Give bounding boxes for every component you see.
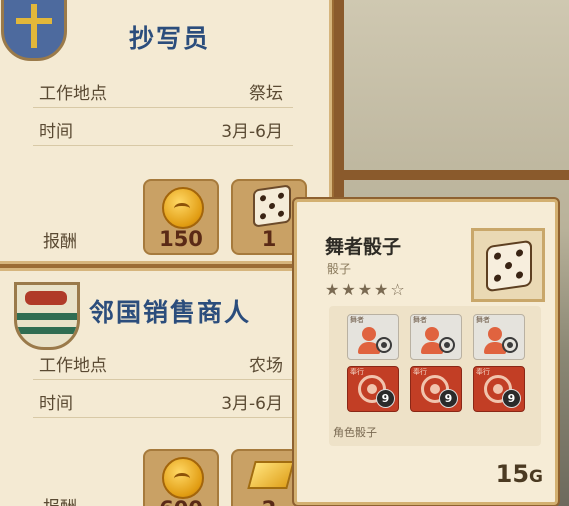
price-amount: 15	[495, 460, 530, 488]
reward-tile[interactable]: 150	[143, 179, 219, 255]
item-price: 15G	[496, 460, 543, 488]
row-label: 时间	[39, 122, 73, 142]
reward-label: 报酬	[43, 493, 77, 506]
bull-icon	[25, 291, 67, 305]
dice-face[interactable]: 舞者	[410, 314, 462, 360]
star-rating: ★★★★☆	[325, 280, 407, 299]
dice-face[interactable]: 舞者	[347, 314, 399, 360]
gold-bar-icon	[247, 461, 295, 489]
face-label: 奉行	[413, 368, 427, 376]
job-title: 邻国销售商人	[89, 298, 252, 327]
face-value: 9	[376, 389, 395, 408]
item-name: 舞者骰子	[325, 236, 402, 258]
row-value: 3月-6月	[221, 122, 283, 142]
dancer-icon	[358, 327, 380, 354]
dancer-icon	[421, 327, 443, 354]
job-info-row: 工作地点 祭坛	[33, 73, 293, 108]
item-tooltip: 舞者骰子 骰子 ★★★★☆ 舞者 舞者 舞者 奉行 9 奉行 9 奉行 9 角色…	[294, 199, 558, 505]
dice-face[interactable]: 舞者	[473, 314, 525, 360]
dancer-icon	[484, 327, 506, 354]
row-label: 工作地点	[39, 356, 107, 376]
face-value: 9	[439, 389, 458, 408]
dice-face[interactable]: 奉行 9	[473, 366, 525, 412]
reward-tile[interactable]: 600	[143, 449, 219, 506]
reward-label: 报酬	[43, 232, 77, 252]
reward-amount: 600	[145, 497, 217, 506]
face-label: 舞者	[413, 316, 427, 324]
row-value: 3月-6月	[221, 394, 283, 414]
job-title: 抄写员	[129, 24, 211, 53]
face-label: 奉行	[476, 368, 490, 376]
dice-icon	[486, 239, 532, 293]
crest-icon	[14, 282, 80, 350]
window-frame	[330, 170, 569, 180]
reward-amount: 150	[159, 227, 203, 251]
face-label: 舞者	[476, 316, 490, 324]
gold-coin-icon	[162, 457, 204, 499]
item-image	[471, 228, 545, 302]
job-info-row: 时间 3月-6月	[33, 383, 293, 418]
row-label: 时间	[39, 394, 73, 414]
currency-label: G	[529, 467, 543, 487]
row-label: 工作地点	[39, 84, 107, 104]
dice-face[interactable]: 奉行 9	[410, 366, 462, 412]
face-label: 奉行	[350, 368, 364, 376]
game-screen: 抄写员 工作地点 祭坛 时间 3月-6月 报酬 150 1 邻国销售商人 工作地…	[0, 0, 569, 506]
face-value: 9	[502, 389, 521, 408]
item-description: 角色骰子	[333, 426, 377, 439]
face-label: 舞者	[350, 316, 364, 324]
row-value: 农场	[249, 356, 283, 376]
target-icon	[439, 337, 455, 353]
item-type: 骰子	[327, 262, 352, 276]
row-value: 祭坛	[249, 84, 283, 104]
job-info-row: 工作地点 农场	[33, 345, 293, 380]
crest-icon	[1, 0, 67, 61]
job-card[interactable]: 抄写员 工作地点 祭坛 时间 3月-6月 报酬 150 1	[0, 0, 332, 264]
target-icon	[502, 337, 518, 353]
dice-icon	[253, 184, 291, 228]
gold-coin-icon	[162, 187, 204, 229]
dice-face[interactable]: 奉行 9	[347, 366, 399, 412]
target-icon	[376, 337, 392, 353]
job-info-row: 时间 3月-6月	[33, 111, 293, 146]
